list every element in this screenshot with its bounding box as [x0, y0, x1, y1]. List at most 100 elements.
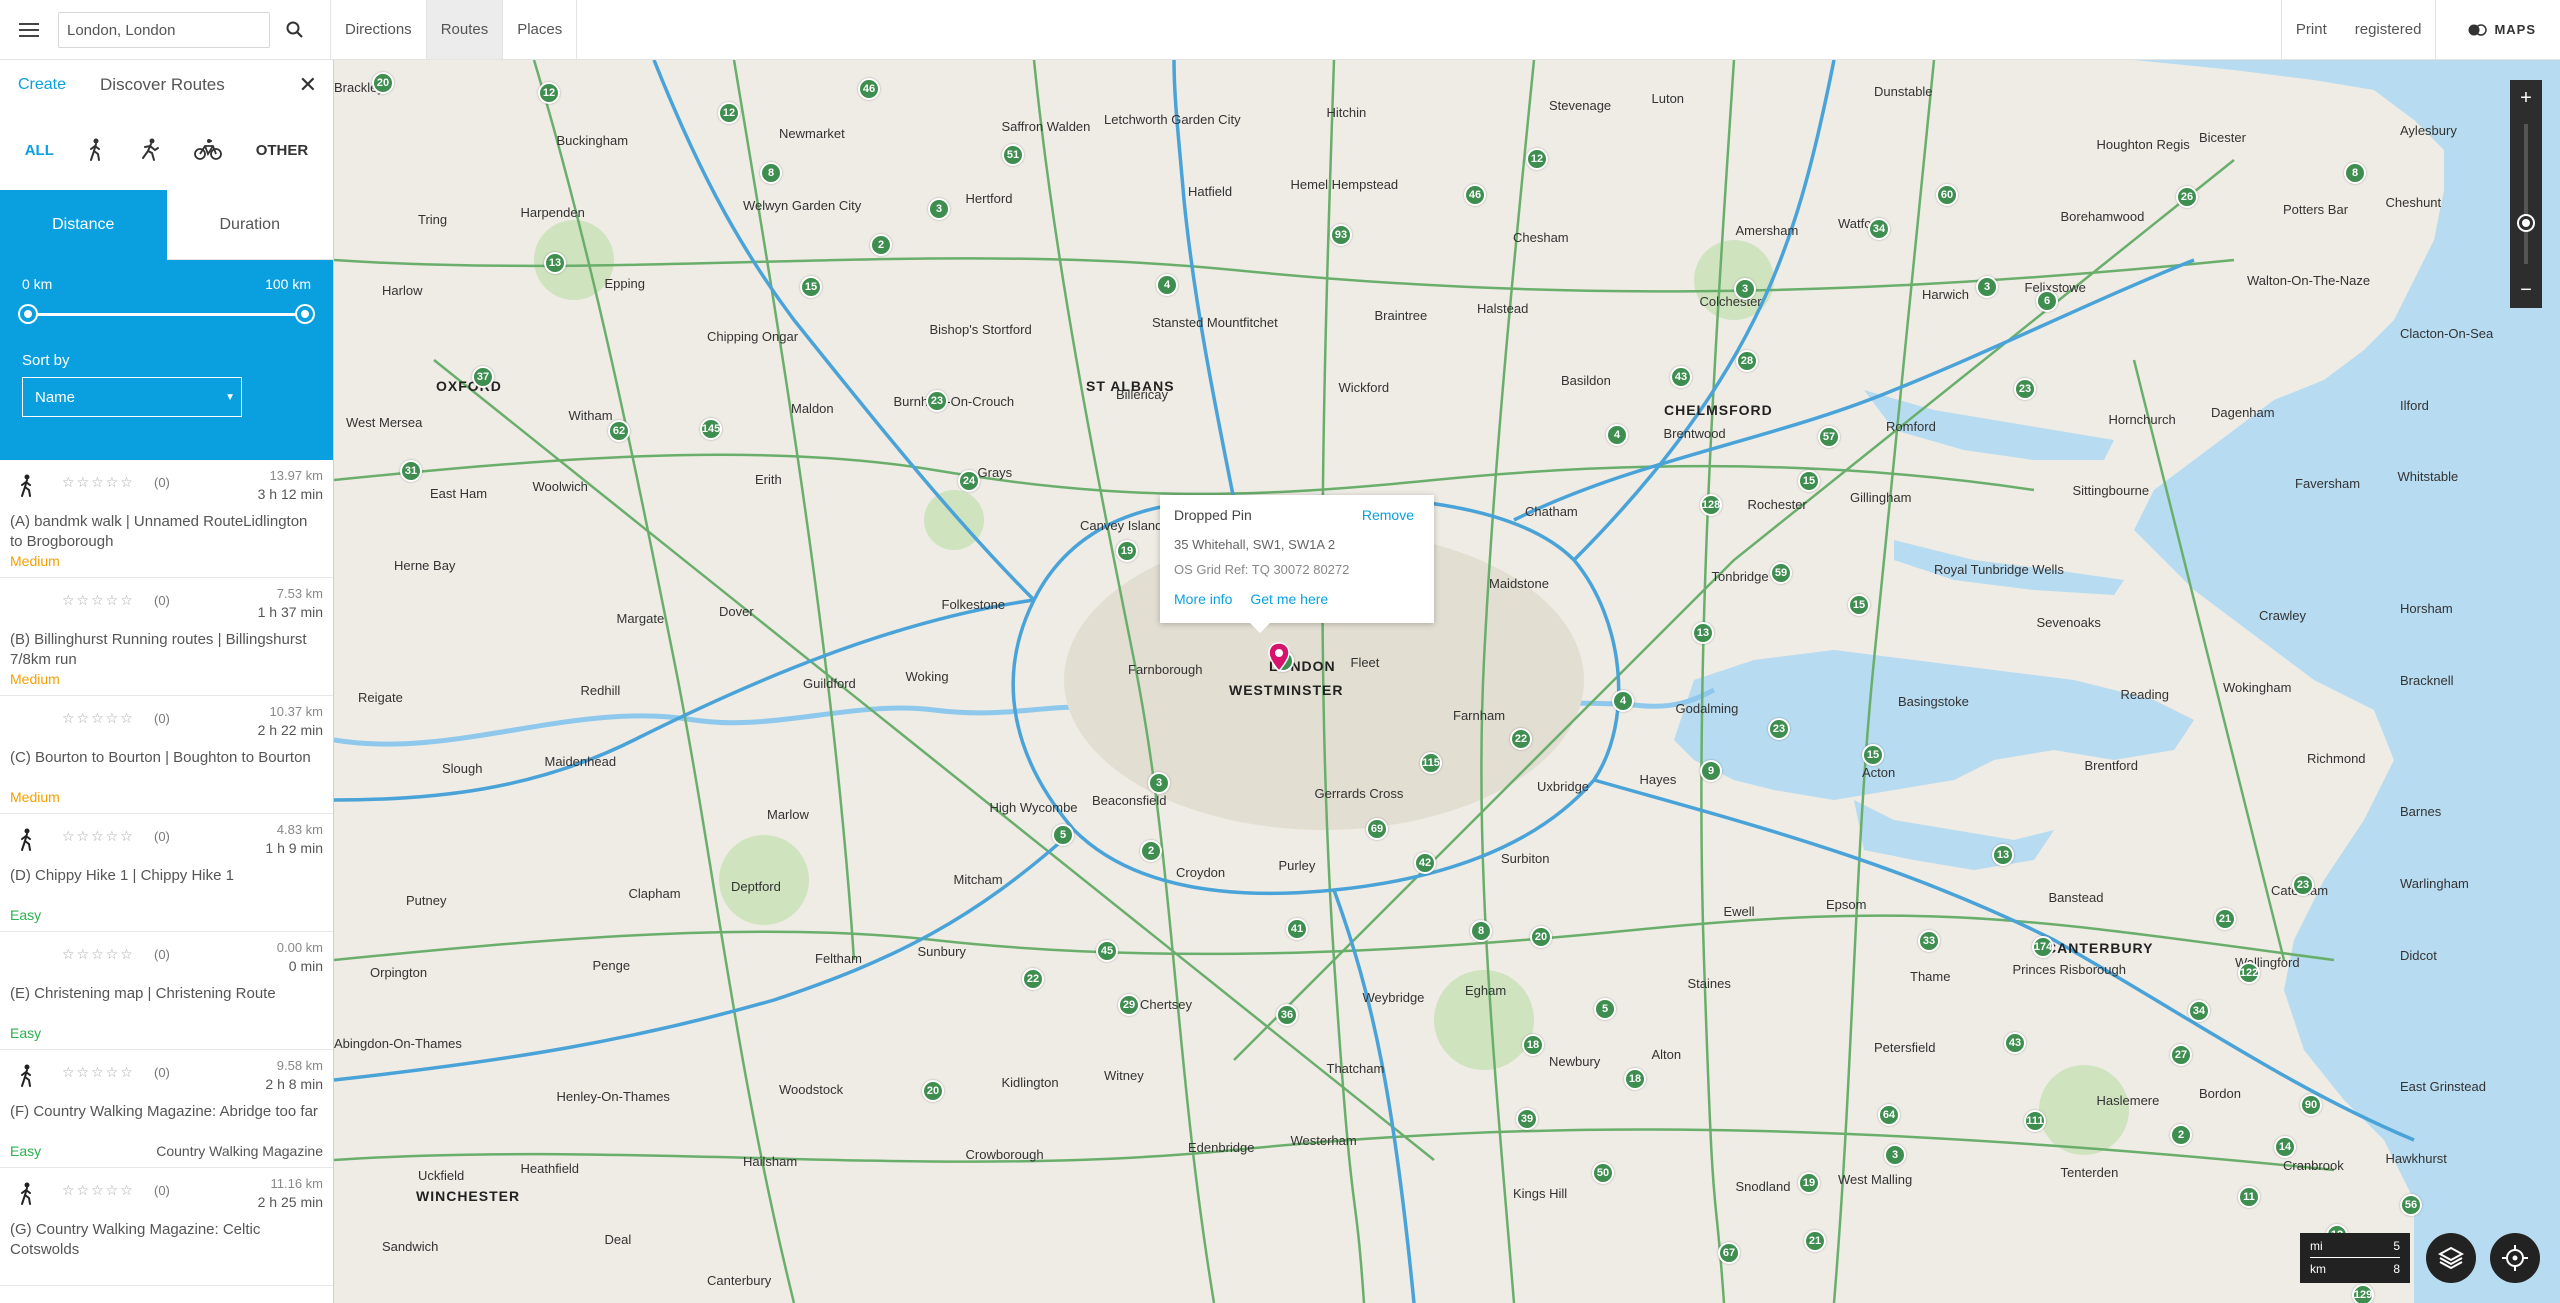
cycle-icon[interactable]: [194, 138, 223, 162]
route-list-item[interactable]: ☆☆☆☆☆ (0) 11.16 km 2 h 25 min (G) Country Wa…: [0, 1168, 333, 1286]
route-cluster-marker[interactable]: 8: [760, 162, 782, 184]
rating-stars[interactable]: ☆☆☆☆☆: [62, 946, 135, 963]
route-cluster-marker[interactable]: 93: [1330, 224, 1352, 246]
more-info-link[interactable]: More info: [1174, 591, 1232, 607]
route-cluster-marker[interactable]: 45: [1096, 940, 1118, 962]
route-cluster-marker[interactable]: 13: [1992, 844, 2014, 866]
route-cluster-marker[interactable]: 23: [2292, 874, 2314, 896]
route-list-item[interactable]: ☆☆☆☆☆ (0) 0.00 km 0 min (E) Christening map …: [0, 932, 333, 1050]
route-cluster-marker[interactable]: 20: [372, 72, 394, 94]
route-cluster-marker[interactable]: 31: [400, 460, 422, 482]
dropped-pin-icon[interactable]: [1268, 642, 1290, 672]
route-cluster-marker[interactable]: 23: [926, 390, 948, 412]
walk-icon[interactable]: [87, 138, 105, 162]
route-cluster-marker[interactable]: 34: [1868, 218, 1890, 240]
route-cluster-marker[interactable]: 18: [1624, 1068, 1646, 1090]
route-cluster-marker[interactable]: 56: [2400, 1194, 2422, 1216]
route-cluster-marker[interactable]: 128: [1700, 494, 1722, 516]
tab-places[interactable]: Places: [503, 0, 576, 59]
route-cluster-marker[interactable]: 122: [2238, 962, 2260, 984]
route-cluster-marker[interactable]: 18: [1522, 1034, 1544, 1056]
route-cluster-marker[interactable]: 2: [2170, 1124, 2192, 1146]
filter-other[interactable]: OTHER: [256, 142, 309, 159]
route-cluster-marker[interactable]: 27: [2170, 1044, 2192, 1066]
route-cluster-marker[interactable]: 62: [608, 420, 630, 442]
route-cluster-marker[interactable]: 4: [1156, 274, 1178, 296]
search-input[interactable]: [58, 12, 270, 48]
account-link[interactable]: registered: [2341, 0, 2436, 59]
zoom-handle[interactable]: [2519, 216, 2533, 230]
get-me-here-link[interactable]: Get me here: [1250, 591, 1328, 607]
route-cluster-marker[interactable]: 24: [958, 470, 980, 492]
route-cluster-marker[interactable]: 12: [1526, 148, 1548, 170]
route-cluster-marker[interactable]: 15: [1798, 470, 1820, 492]
route-cluster-marker[interactable]: 4: [1606, 424, 1628, 446]
route-cluster-marker[interactable]: 14: [2274, 1136, 2296, 1158]
route-cluster-marker[interactable]: 26: [2176, 186, 2198, 208]
route-cluster-marker[interactable]: 43: [2004, 1032, 2026, 1054]
route-cluster-marker[interactable]: 41: [1286, 918, 1308, 940]
route-cluster-marker[interactable]: 2: [1140, 840, 1162, 862]
route-cluster-marker[interactable]: 23: [2014, 378, 2036, 400]
locate-me-button[interactable]: [2490, 1233, 2540, 1283]
route-cluster-marker[interactable]: 29: [1118, 994, 1140, 1016]
route-cluster-marker[interactable]: 3: [1734, 278, 1756, 300]
route-cluster-marker[interactable]: 22: [1022, 968, 1044, 990]
route-cluster-marker[interactable]: 33: [1918, 930, 1940, 952]
route-cluster-marker[interactable]: 111: [2024, 1110, 2046, 1132]
route-list-item[interactable]: ☆☆☆☆☆ (0) 10.37 km 2 h 22 min (C) Bourton to…: [0, 696, 333, 814]
route-cluster-marker[interactable]: 39: [1516, 1108, 1538, 1130]
route-cluster-marker[interactable]: 43: [1670, 366, 1692, 388]
route-cluster-marker[interactable]: 12: [718, 102, 740, 124]
rating-stars[interactable]: ☆☆☆☆☆: [62, 710, 135, 727]
route-list-item[interactable]: ☆☆☆☆☆ (0) 13.97 km 3 h 12 min (A) bandmk wal…: [0, 460, 333, 578]
rating-stars[interactable]: ☆☆☆☆☆: [62, 1182, 135, 1199]
route-cluster-marker[interactable]: 21: [1804, 1230, 1826, 1252]
route-cluster-marker[interactable]: 8: [2344, 162, 2366, 184]
route-cluster-marker[interactable]: 15: [1848, 594, 1870, 616]
route-cluster-marker[interactable]: 5: [1594, 998, 1616, 1020]
route-cluster-marker[interactable]: 42: [1414, 852, 1436, 874]
route-cluster-marker[interactable]: 28: [1736, 350, 1758, 372]
route-cluster-marker[interactable]: 9: [1700, 760, 1722, 782]
route-cluster-marker[interactable]: 6: [2036, 290, 2058, 312]
route-cluster-marker[interactable]: 3: [928, 198, 950, 220]
route-cluster-marker[interactable]: 4: [1612, 690, 1634, 712]
route-cluster-marker[interactable]: 129: [2352, 1284, 2374, 1303]
filter-all[interactable]: ALL: [25, 142, 54, 159]
route-cluster-marker[interactable]: 3: [1884, 1144, 1906, 1166]
route-cluster-marker[interactable]: 2: [870, 234, 892, 256]
route-cluster-marker[interactable]: 11: [2238, 1186, 2260, 1208]
route-cluster-marker[interactable]: 22: [1510, 728, 1532, 750]
range-max-handle[interactable]: [297, 306, 313, 322]
route-cluster-marker[interactable]: 46: [858, 78, 880, 100]
rating-stars[interactable]: ☆☆☆☆☆: [62, 474, 135, 491]
print-button[interactable]: Print: [2282, 0, 2341, 59]
route-cluster-marker[interactable]: 115: [1420, 752, 1442, 774]
map-canvas[interactable]: LONDON WESTMINSTER ST ALBANS OXFORD CHELMSFO…: [334, 60, 2560, 1303]
remove-pin-link[interactable]: Remove: [1362, 507, 1414, 523]
route-cluster-marker[interactable]: 51: [1002, 144, 1024, 166]
route-cluster-marker[interactable]: 36: [1276, 1004, 1298, 1026]
close-icon[interactable]: ✕: [299, 72, 317, 98]
route-list-item[interactable]: ☆☆☆☆☆ (0) 7.53 km 1 h 37 min (B) Billinghurs…: [0, 578, 333, 696]
create-route-link[interactable]: Create: [18, 76, 66, 94]
zoom-out-button[interactable]: −: [2510, 272, 2542, 308]
distance-range-slider[interactable]: [20, 304, 313, 324]
route-cluster-marker[interactable]: 21: [2214, 908, 2236, 930]
menu-button[interactable]: [0, 0, 58, 59]
segment-duration[interactable]: Duration: [166, 190, 333, 260]
route-cluster-marker[interactable]: 50: [1592, 1162, 1614, 1184]
route-cluster-marker[interactable]: 5: [1052, 824, 1074, 846]
tab-directions[interactable]: Directions: [331, 0, 426, 59]
route-cluster-marker[interactable]: 8: [1470, 920, 1492, 942]
route-cluster-marker[interactable]: 20: [922, 1080, 944, 1102]
route-cluster-marker[interactable]: 19: [1798, 1172, 1820, 1194]
route-cluster-marker[interactable]: 3: [1976, 276, 1998, 298]
route-cluster-marker[interactable]: 15: [1862, 744, 1884, 766]
zoom-track[interactable]: [2524, 124, 2528, 264]
zoom-in-button[interactable]: +: [2510, 80, 2542, 116]
sort-select[interactable]: Name ▼: [22, 377, 242, 417]
route-list-item[interactable]: ☆☆☆☆☆ (0) 9.58 km 2 h 8 min (F) Country Walk…: [0, 1050, 333, 1168]
search-button[interactable]: [274, 0, 316, 60]
